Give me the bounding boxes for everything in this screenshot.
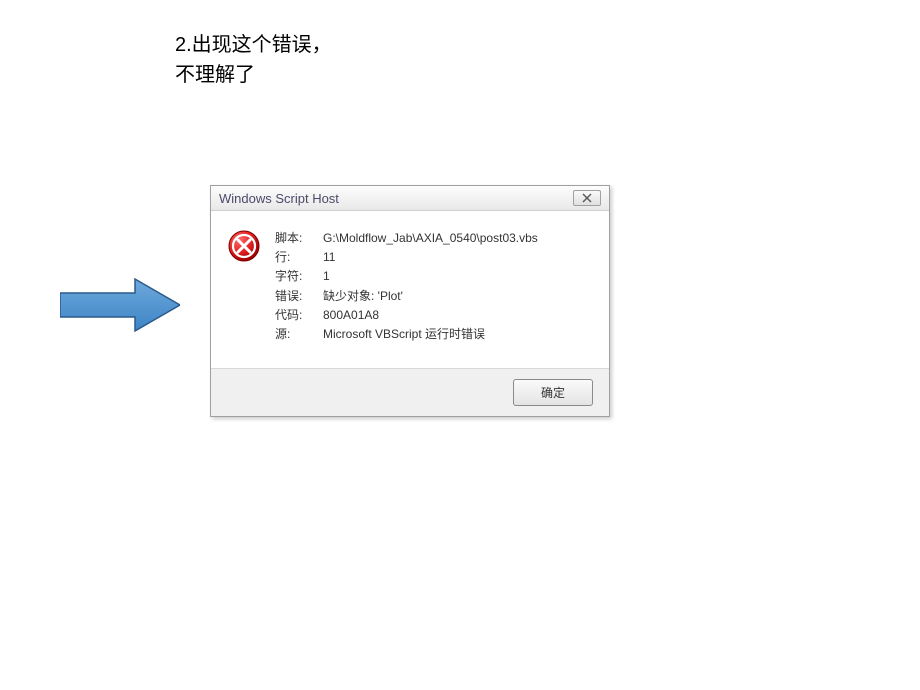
description-line2: 不理解了: [175, 60, 332, 90]
dialog-body: 脚本: G:\Moldflow_Jab\AXIA_0540\post03.vbs…: [211, 211, 609, 368]
source-value: Microsoft VBScript 运行时错误: [323, 325, 538, 344]
char-row: 字符: 1: [275, 267, 538, 286]
error-label: 错误:: [275, 287, 323, 306]
error-dialog: Windows Script Host: [210, 185, 610, 417]
dialog-title-bar: Windows Script Host: [211, 186, 609, 211]
close-button[interactable]: [573, 190, 601, 206]
ok-button[interactable]: 确定: [513, 379, 593, 406]
line-value: 11: [323, 248, 538, 267]
error-value: 缺少对象: 'Plot': [323, 287, 538, 306]
dialog-footer: 确定: [211, 368, 609, 416]
error-details: 脚本: G:\Moldflow_Jab\AXIA_0540\post03.vbs…: [275, 229, 538, 344]
source-row: 源: Microsoft VBScript 运行时错误: [275, 325, 538, 344]
char-value: 1: [323, 267, 538, 286]
code-value: 800A01A8: [323, 306, 538, 325]
description-text: 2.出现这个错误， 不理解了: [175, 30, 332, 90]
line-label: 行:: [275, 248, 323, 267]
error-row: 错误: 缺少对象: 'Plot': [275, 287, 538, 306]
code-row: 代码: 800A01A8: [275, 306, 538, 325]
pointer-arrow: [60, 275, 180, 335]
error-icon: [227, 229, 261, 263]
line-row: 行: 11: [275, 248, 538, 267]
close-icon: [582, 193, 592, 203]
source-label: 源:: [275, 325, 323, 344]
script-value: G:\Moldflow_Jab\AXIA_0540\post03.vbs: [323, 229, 538, 248]
char-label: 字符:: [275, 267, 323, 286]
script-row: 脚本: G:\Moldflow_Jab\AXIA_0540\post03.vbs: [275, 229, 538, 248]
code-label: 代码:: [275, 306, 323, 325]
dialog-title: Windows Script Host: [219, 191, 339, 206]
script-label: 脚本:: [275, 229, 323, 248]
description-line1: 2.出现这个错误，: [175, 30, 332, 60]
